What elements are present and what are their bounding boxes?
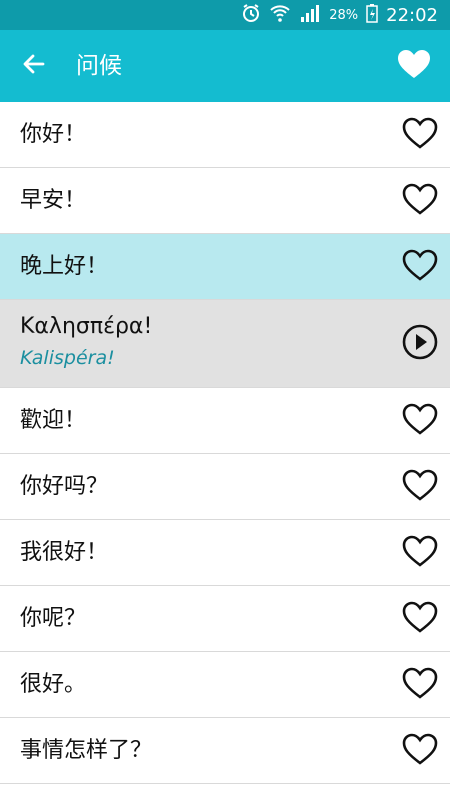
phrase-text: 我很好！: [20, 540, 109, 565]
favorite-toggle-button[interactable]: [400, 115, 440, 155]
favorite-toggle-button[interactable]: [400, 731, 440, 771]
phrase-text: 歡迎！: [20, 408, 87, 433]
phrase-row[interactable]: 我很好！: [0, 520, 450, 586]
heart-outline-icon: [401, 534, 439, 572]
phrase-text: 你好吗？: [20, 474, 109, 499]
favorites-button[interactable]: [392, 44, 436, 88]
status-bar: 28% 22:02: [0, 0, 450, 30]
alarm-icon: [241, 3, 261, 28]
favorite-toggle-button[interactable]: [400, 467, 440, 507]
phrase-text: 很好。: [20, 672, 87, 697]
app-bar: 问候: [0, 30, 450, 102]
arrow-left-icon: [21, 51, 47, 81]
heart-outline-icon: [401, 116, 439, 154]
phrase-row-highlighted[interactable]: 晚上好！: [0, 234, 450, 300]
heart-outline-icon: [401, 732, 439, 770]
phrase-row[interactable]: 你呢？: [0, 586, 450, 652]
heart-outline-icon: [401, 666, 439, 704]
back-button[interactable]: [14, 48, 54, 84]
favorite-toggle-button[interactable]: [400, 665, 440, 705]
phrase-text: 晚上好！: [20, 254, 109, 279]
transliteration-text: Kalispéra!: [20, 347, 115, 369]
phrase-text: 你呢？: [20, 606, 87, 631]
battery-percent: 28%: [329, 7, 359, 23]
page-title: 问候: [76, 53, 122, 79]
favorite-toggle-button[interactable]: [400, 533, 440, 573]
phrase-row[interactable]: 早安！: [0, 168, 450, 234]
heart-outline-icon: [401, 468, 439, 506]
phrase-row[interactable]: 很好。: [0, 652, 450, 718]
favorite-toggle-button[interactable]: [400, 401, 440, 441]
battery-charging-icon: [366, 3, 378, 28]
phrase-list: 你好！ 早安！ 晚上好！ Καλησπέρα! Kalispéra! 歡迎！ 你…: [0, 102, 450, 784]
status-time: 22:02: [386, 4, 438, 26]
phrase-text: 早安！: [20, 188, 87, 213]
phrase-row[interactable]: 你好！: [0, 102, 450, 168]
phrase-row[interactable]: 事情怎样了？: [0, 718, 450, 784]
heart-outline-icon: [401, 248, 439, 286]
play-circle-icon: [401, 323, 439, 365]
phrase-text: 事情怎样了？: [20, 738, 153, 763]
phrase-text: 你好！: [20, 122, 87, 147]
translation-row[interactable]: Καλησπέρα! Kalispéra!: [0, 300, 450, 388]
heart-outline-icon: [401, 600, 439, 638]
heart-filled-icon: [396, 48, 432, 84]
heart-outline-icon: [401, 402, 439, 440]
signal-icon: [299, 3, 321, 28]
translation-text: Καλησπέρα!: [20, 314, 153, 339]
favorite-toggle-button[interactable]: [400, 247, 440, 287]
wifi-icon: [269, 3, 291, 28]
play-audio-button[interactable]: [400, 324, 440, 364]
heart-outline-icon: [401, 182, 439, 220]
favorite-toggle-button[interactable]: [400, 599, 440, 639]
favorite-toggle-button[interactable]: [400, 181, 440, 221]
phrase-row[interactable]: 歡迎！: [0, 388, 450, 454]
phrase-row[interactable]: 你好吗？: [0, 454, 450, 520]
